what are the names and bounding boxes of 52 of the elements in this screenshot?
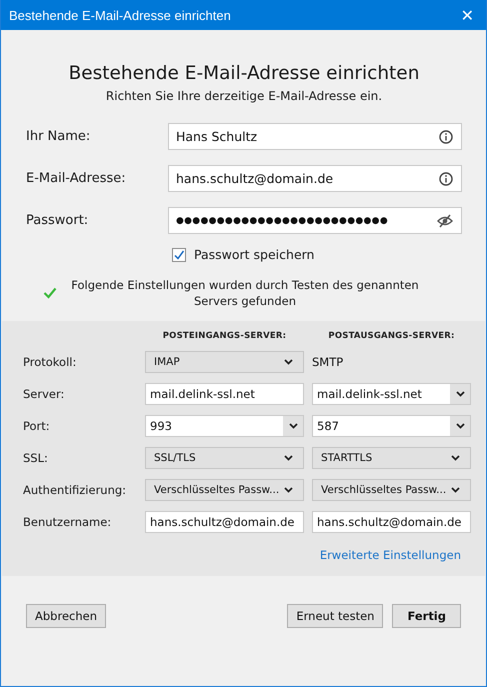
setting-label: Benutzername: <box>23 515 112 529</box>
input-field[interactable]: Hans Schultz <box>168 123 462 150</box>
dropdown[interactable]: Verschlüsseltes Passw... <box>145 479 304 501</box>
chevron-down-icon <box>284 487 293 493</box>
info-icon[interactable] <box>439 130 453 144</box>
advanced-settings-link[interactable]: Erweiterte Einstellungen <box>320 548 461 562</box>
setting-label: SSL: <box>23 451 49 465</box>
dialog-button[interactable]: Fertig <box>392 604 461 628</box>
chevron-down-icon <box>451 487 460 493</box>
close-button[interactable]: ✕ <box>460 6 474 24</box>
dropdown[interactable]: SSL/TLS <box>145 447 304 469</box>
column-header: POSTAUSGANGS-SERVER: <box>327 331 456 341</box>
checkbox[interactable] <box>172 248 186 262</box>
input-field[interactable]: hans.schultz@domain.de <box>145 511 304 533</box>
chevron-down-icon <box>284 455 293 461</box>
chevron-down-icon <box>456 423 464 429</box>
field-label: Passwort: <box>26 213 90 228</box>
checkbox-label[interactable]: Passwort speichern <box>194 247 314 262</box>
setting-value: SMTP <box>312 355 344 369</box>
input-field[interactable]: hans.schultz@domain.de <box>168 165 462 192</box>
setting-label: Authentifizierung: <box>23 483 128 497</box>
eye-slash-icon[interactable] <box>437 214 453 228</box>
window-title: Bestehende E-Mail-Adresse einrichten <box>9 8 231 22</box>
chevron-down-icon <box>456 391 464 397</box>
dropdown[interactable]: STARTTLS <box>312 447 471 469</box>
dropdown-button[interactable] <box>450 384 470 404</box>
combo-box[interactable]: 587 <box>312 415 471 437</box>
info-icon[interactable] <box>439 172 453 186</box>
input-field[interactable]: mail.delink-ssl.net <box>145 383 304 405</box>
dialog-heading: Bestehende E-Mail-Adresse einrichten <box>68 63 420 84</box>
chevron-down-icon <box>288 423 298 429</box>
dialog-button[interactable]: Erneut testen <box>287 604 384 628</box>
dropdown[interactable]: IMAP <box>145 351 304 373</box>
chevron-down-icon <box>284 359 293 365</box>
checkmark-icon <box>173 248 185 260</box>
column-header: POSTEINGANGS-SERVER: <box>162 331 288 341</box>
status-message: Folgende Einstellungen wurden durch Testen des genannten Servers gefunden <box>70 277 420 309</box>
dropdown-button[interactable] <box>450 416 470 436</box>
field-label: Ihr Name: <box>26 129 92 144</box>
dialog-subtitle: Richten Sie Ihre derzeitige E-Mail-Adresse ein. <box>104 89 384 103</box>
setting-label: Server: <box>23 387 66 401</box>
input-field[interactable]: hans.schultz@domain.de <box>312 511 471 533</box>
setting-label: Port: <box>23 419 51 433</box>
combo-box[interactable]: 993 <box>145 415 304 437</box>
field-label: E-Mail-Adresse: <box>26 171 127 186</box>
dialog-button[interactable]: Abbrechen <box>26 604 106 628</box>
dropdown-button[interactable] <box>283 416 303 436</box>
input-field[interactable]: ●●●●●●●●●●●●●●●●●●●●●●●●●● <box>168 207 462 234</box>
combo-box[interactable]: mail.delink-ssl.net <box>312 383 471 405</box>
chevron-down-icon <box>451 455 460 461</box>
setting-label: Protokoll: <box>23 355 78 369</box>
dropdown[interactable]: Verschlüsseltes Passw... <box>312 479 471 501</box>
